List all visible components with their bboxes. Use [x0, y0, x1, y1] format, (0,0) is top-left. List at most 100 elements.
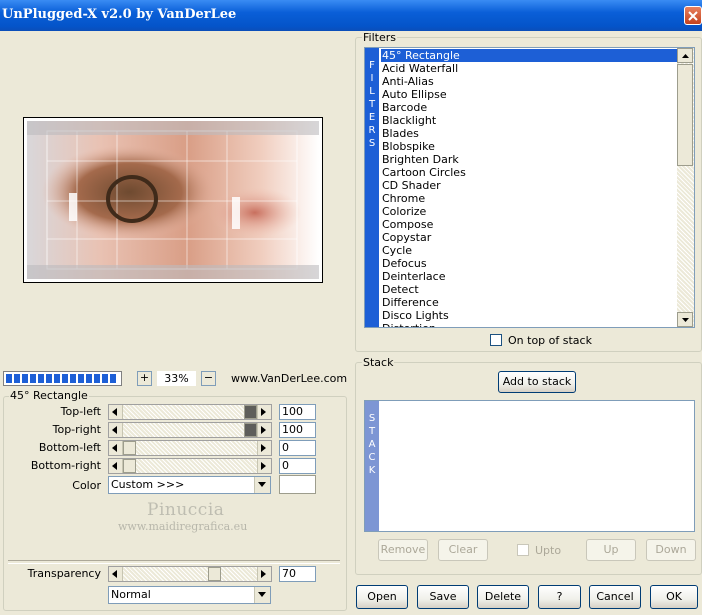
filter-item[interactable]: Colorize	[381, 205, 678, 218]
filters-list[interactable]: FILTERS 45° Rectangle Acid Waterfall Anti-…	[364, 47, 695, 328]
bottom-left-slider[interactable]	[108, 440, 272, 456]
filter-item[interactable]: Cycle	[381, 244, 678, 257]
bottom-right-slider[interactable]	[108, 458, 272, 474]
filter-item[interactable]: Detect	[381, 283, 678, 296]
title-bar[interactable]: UnPlugged-X v2.0 by VanDerLee	[0, 0, 702, 31]
filter-item[interactable]: Blacklight	[381, 114, 678, 127]
blend-mode-arrow[interactable]	[254, 587, 270, 603]
transparency-value[interactable]: 70	[279, 566, 316, 582]
filter-item[interactable]: Blobspike	[381, 140, 678, 153]
filter-item[interactable]: Chrome	[381, 192, 678, 205]
filter-item[interactable]: Barcode	[381, 101, 678, 114]
bottom-right-right-arrow[interactable]	[257, 459, 271, 473]
preview-image	[27, 121, 319, 279]
color-select-value: Custom >>>	[111, 478, 185, 491]
delete-button[interactable]: Delete	[477, 585, 529, 609]
cancel-button[interactable]: Cancel	[589, 585, 641, 609]
filter-item[interactable]: Acid Waterfall	[381, 62, 678, 75]
top-left-slider-thumb[interactable]	[244, 405, 257, 419]
blend-mode-select[interactable]: Normal	[108, 586, 271, 604]
bottom-left-value[interactable]: 0	[279, 440, 316, 456]
arrow-right-icon	[261, 408, 266, 416]
filter-item[interactable]: Deinterlace	[381, 270, 678, 283]
top-right-right-arrow[interactable]	[257, 423, 271, 437]
top-right-value[interactable]: 100	[279, 422, 316, 438]
bottom-right-value[interactable]: 0	[279, 458, 316, 474]
filter-item[interactable]: Distortion	[381, 322, 678, 327]
filters-scrollbar[interactable]	[677, 48, 694, 327]
transparency-left-arrow[interactable]	[109, 567, 123, 581]
filter-item[interactable]: Defocus	[381, 257, 678, 270]
color-select-arrow[interactable]	[254, 477, 270, 493]
progress-segment	[94, 374, 100, 383]
filter-item[interactable]: 45° Rectangle	[381, 49, 678, 62]
progress-segment	[70, 374, 76, 383]
top-left-value[interactable]: 100	[279, 404, 316, 420]
filters-scroll-thumb[interactable]	[677, 64, 693, 166]
top-right-slider[interactable]	[108, 422, 272, 438]
transparency-slider-thumb[interactable]	[207, 567, 221, 581]
filter-item[interactable]: Compose	[381, 218, 678, 231]
top-left-left-arrow[interactable]	[109, 405, 123, 419]
filter-item[interactable]: Blades	[381, 127, 678, 140]
up-button[interactable]: Up	[586, 539, 636, 561]
color-select[interactable]: Custom >>>	[108, 476, 271, 494]
filter-item[interactable]: CD Shader	[381, 179, 678, 192]
divider	[8, 560, 340, 564]
top-left-label: Top-left	[60, 405, 101, 418]
top-left-right-arrow[interactable]	[257, 405, 271, 419]
filters-items: 45° Rectangle Acid Waterfall Anti-Alias Aut…	[381, 49, 678, 327]
transparency-right-arrow[interactable]	[257, 567, 271, 581]
arrow-left-icon	[112, 426, 117, 434]
filter-item[interactable]: Cartoon Circles	[381, 166, 678, 179]
website-link[interactable]: www.VanDerLee.com	[231, 372, 347, 385]
stack-strip-letter: S	[368, 413, 376, 424]
progress-segment	[14, 374, 20, 383]
stack-strip-letter: C	[368, 452, 376, 463]
top-right-slider-thumb[interactable]	[244, 423, 257, 437]
stack-side-strip: STACK	[365, 401, 379, 531]
open-button[interactable]: Open	[356, 585, 408, 609]
watermark-url: www.maidiregrafica.eu	[118, 520, 248, 533]
bottom-right-slider-thumb[interactable]	[123, 459, 136, 473]
down-button[interactable]: Down	[646, 539, 696, 561]
clear-button[interactable]: Clear	[438, 539, 488, 561]
bottom-right-label: Bottom-right	[30, 459, 101, 472]
stack-list[interactable]: STACK	[364, 400, 695, 532]
close-button[interactable]	[684, 6, 702, 25]
scroll-up-button[interactable]	[677, 48, 693, 63]
preview-frame	[23, 117, 323, 283]
filter-item[interactable]: Difference	[381, 296, 678, 309]
window-title: UnPlugged-X v2.0 by VanDerLee	[2, 7, 237, 22]
filter-item[interactable]: Copystar	[381, 231, 678, 244]
add-to-stack-button[interactable]: Add to stack	[498, 371, 576, 393]
filter-item[interactable]: Anti-Alias	[381, 75, 678, 88]
arrow-right-icon	[261, 570, 266, 578]
filter-item[interactable]: Brighten Dark	[381, 153, 678, 166]
help-button[interactable]: ?	[538, 585, 581, 609]
top-left-slider[interactable]	[108, 404, 272, 420]
filter-item[interactable]: Auto Ellipse	[381, 88, 678, 101]
remove-button[interactable]: Remove	[378, 539, 428, 561]
zoom-out-button[interactable]: −	[201, 371, 216, 386]
ok-button[interactable]: OK	[650, 585, 698, 609]
top-right-left-arrow[interactable]	[109, 423, 123, 437]
arrow-left-icon	[112, 570, 117, 578]
color-swatch[interactable]	[279, 475, 316, 494]
zoom-in-button[interactable]: +	[137, 371, 152, 386]
upto-checkbox[interactable]	[517, 544, 529, 556]
progress-segment	[62, 374, 68, 383]
bottom-left-left-arrow[interactable]	[109, 441, 123, 455]
bottom-left-label: Bottom-left	[38, 441, 101, 454]
arrow-right-icon	[261, 462, 266, 470]
save-button[interactable]: Save	[417, 585, 469, 609]
on-top-of-stack-checkbox[interactable]	[490, 334, 502, 346]
arrow-right-icon	[261, 444, 266, 452]
bottom-left-slider-thumb[interactable]	[123, 441, 136, 455]
bottom-right-left-arrow[interactable]	[109, 459, 123, 473]
filters-strip-letter: I	[370, 73, 374, 84]
filter-item[interactable]: Disco Lights	[381, 309, 678, 322]
bottom-left-right-arrow[interactable]	[257, 441, 271, 455]
scroll-down-button[interactable]	[677, 312, 693, 327]
transparency-slider[interactable]	[108, 566, 272, 582]
